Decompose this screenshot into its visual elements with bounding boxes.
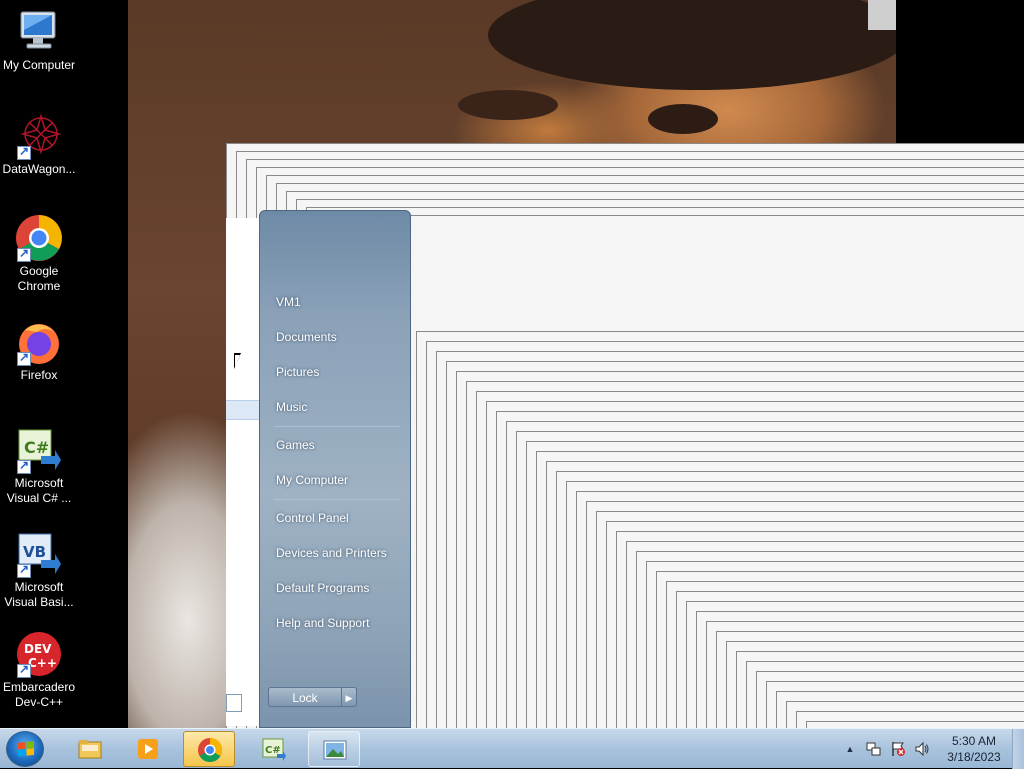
- start-item-pictures[interactable]: Pictures: [276, 360, 406, 384]
- shortcut-arrow-icon: [17, 662, 31, 678]
- taskbar-visual-csharp-button[interactable]: C#: [248, 731, 300, 767]
- chrome-icon: [15, 214, 63, 262]
- start-item-my-computer[interactable]: My Computer: [276, 468, 406, 492]
- desktop-icon-datawagon[interactable]: DataWagon...: [0, 112, 78, 177]
- start-item-help-and-support[interactable]: Help and Support: [276, 611, 406, 635]
- start-button[interactable]: [6, 731, 44, 767]
- clock-time: 5:30 AM: [951, 734, 997, 748]
- desktop-icon-label: Firefox: [20, 368, 58, 382]
- visual-basic-icon: VB: [15, 530, 63, 578]
- media-player-icon: [138, 739, 158, 759]
- visual-csharp-icon: C#: [15, 426, 63, 474]
- start-item-default-programs[interactable]: Default Programs: [276, 576, 406, 600]
- taskbar-picture-viewer-button[interactable]: [308, 731, 360, 767]
- start-item-games[interactable]: Games: [276, 433, 406, 457]
- network-icon[interactable]: [866, 741, 882, 757]
- windows-logo-icon: [18, 741, 34, 757]
- desktop-icon-label: Microsoft Visual C# ...: [6, 476, 72, 505]
- start-menu-programs-pane: [226, 218, 260, 726]
- desktop-icon-google-chrome[interactable]: Google Chrome: [0, 214, 78, 294]
- desktop-icon-label: Embarcadero Dev-C++: [2, 680, 76, 709]
- clock[interactable]: 5:30 AM 3/18/2023: [940, 733, 1008, 765]
- clock-date: 3/18/2023: [947, 750, 1001, 764]
- menu-separator: [274, 499, 400, 500]
- taskbar-chrome-button[interactable]: [183, 731, 235, 767]
- picture-viewer-icon: [323, 740, 347, 760]
- start-menu: VM1 Documents Pictures Music Games My Co…: [226, 210, 411, 728]
- desktop-icon-devcpp[interactable]: DEVC++ Embarcadero Dev-C++: [0, 630, 78, 710]
- mouse-cursor-icon: [234, 353, 241, 369]
- svg-text:C#: C#: [24, 438, 49, 457]
- desktop-icon-visual-csharp[interactable]: C# Microsoft Visual C# ...: [0, 426, 78, 506]
- svg-text:DEV: DEV: [24, 642, 52, 656]
- datawagon-icon: [15, 112, 63, 160]
- file-explorer-icon: [78, 740, 102, 759]
- ghost-window-frame: [806, 721, 1024, 728]
- taskbar: C# ▲ 5:30 AM 3/18/2023: [0, 728, 1024, 769]
- desktop-icon-label: My Computer: [2, 58, 76, 72]
- highlighted-program[interactable]: [226, 400, 259, 420]
- desktop-icon-label: Google Chrome: [17, 264, 61, 293]
- action-center-flag-icon[interactable]: [890, 741, 906, 757]
- shortcut-arrow-icon: [17, 144, 31, 160]
- shortcut-arrow-icon: [17, 562, 31, 578]
- volume-icon[interactable]: [914, 741, 930, 757]
- menu-separator: [274, 426, 400, 427]
- show-hidden-icons-chevron-icon[interactable]: ▲: [842, 741, 858, 757]
- firefox-icon: [15, 318, 63, 366]
- shortcut-arrow-icon: [17, 246, 31, 262]
- search-icon[interactable]: [226, 694, 242, 712]
- shortcut-arrow-icon: [17, 350, 31, 366]
- start-item-control-panel[interactable]: Control Panel: [276, 506, 406, 530]
- desktop-icon-my-computer[interactable]: My Computer: [0, 8, 78, 73]
- visual-csharp-icon: C#: [262, 738, 286, 761]
- desktop-icon-firefox[interactable]: Firefox: [0, 318, 78, 383]
- lock-options-arrow-icon[interactable]: ▶: [342, 687, 357, 707]
- taskbar-media-player-button[interactable]: [122, 731, 174, 767]
- show-desktop-button[interactable]: [1012, 729, 1024, 769]
- start-item-vm1[interactable]: VM1: [276, 290, 406, 314]
- computer-icon: [15, 8, 63, 56]
- start-item-music[interactable]: Music: [276, 395, 406, 419]
- start-item-documents[interactable]: Documents: [276, 325, 406, 349]
- svg-text:VB: VB: [23, 543, 46, 561]
- start-menu-places-pane: VM1 Documents Pictures Music Games My Co…: [259, 210, 411, 728]
- svg-text:C++: C++: [28, 656, 57, 670]
- devcpp-icon: DEV C++: [15, 630, 63, 678]
- start-item-devices-and-printers[interactable]: Devices and Printers: [276, 541, 406, 565]
- chrome-icon: [198, 738, 223, 763]
- desktop-icon-visual-basic[interactable]: VB Microsoft Visual Basi...: [0, 530, 78, 610]
- desktop: My Computer DataWagon... Google Chrome F…: [0, 0, 1024, 728]
- shortcut-arrow-icon: [17, 458, 31, 474]
- lock-button[interactable]: Lock: [268, 687, 342, 707]
- taskbar-file-explorer-button[interactable]: [64, 731, 116, 767]
- desktop-icon-label: DataWagon...: [2, 162, 76, 176]
- desktop-icon-label: Microsoft Visual Basi...: [4, 580, 74, 609]
